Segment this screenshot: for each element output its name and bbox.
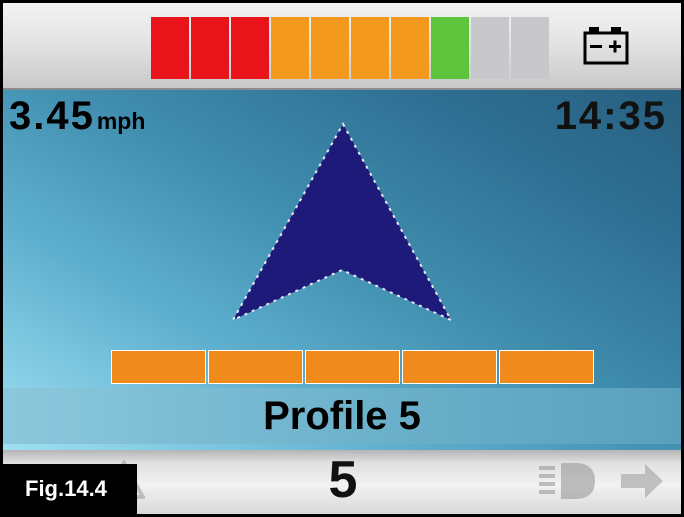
drive-screen: 3.45mph 14:35 Profile 5	[3, 90, 681, 450]
speed-setting-segment	[208, 350, 303, 384]
battery-icon	[583, 27, 629, 65]
battery-segment	[231, 17, 269, 79]
speed-setting-segment	[305, 350, 400, 384]
battery-segment	[191, 17, 229, 79]
battery-segment	[511, 17, 549, 79]
wheelchair-display: 3.45mph 14:35 Profile 5 5 Fig.14.4	[0, 0, 684, 517]
battery-segment	[311, 17, 349, 79]
right-indicator-icon[interactable]	[617, 462, 665, 500]
battery-segment	[391, 17, 429, 79]
speed-unit: mph	[96, 108, 146, 134]
battery-segment	[351, 17, 389, 79]
forward-arrow-icon	[230, 121, 454, 323]
battery-segment	[431, 17, 469, 79]
speed-setting-bar	[111, 350, 596, 384]
clock: 14:35	[554, 94, 667, 138]
battery-segment	[271, 17, 309, 79]
profile-strip: Profile 5	[3, 388, 681, 444]
battery-segment	[471, 17, 509, 79]
profile-number: 5	[328, 451, 358, 509]
speed-value: 3.45	[9, 94, 95, 138]
lights-icon[interactable]	[537, 460, 597, 502]
speed-readout: 3.45mph	[9, 94, 145, 139]
battery-segment	[151, 17, 189, 79]
battery-gauge	[151, 17, 551, 79]
figure-label: Fig.14.4	[3, 464, 137, 514]
speed-setting-segment	[499, 350, 594, 384]
speed-setting-segment	[111, 350, 206, 384]
profile-name: Profile 5	[263, 394, 421, 438]
speed-setting-segment	[402, 350, 497, 384]
status-bar	[3, 3, 681, 90]
